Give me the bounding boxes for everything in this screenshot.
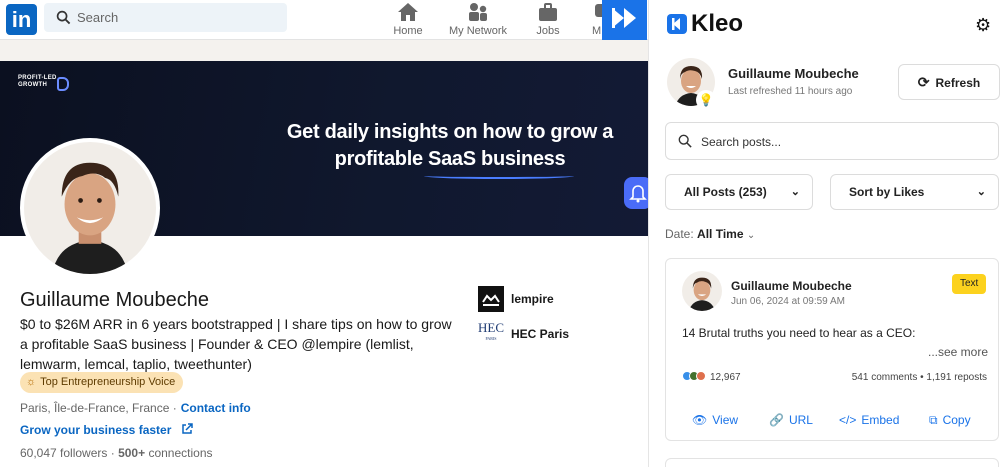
followers-label[interactable]: followers [60, 446, 107, 460]
nav-home[interactable]: Home [378, 2, 438, 37]
connections-label[interactable]: connections [148, 446, 212, 460]
search-posts-placeholder: Search posts... [701, 135, 782, 149]
settings-gear-icon[interactable]: ⚙ [975, 15, 991, 36]
top-voice-badge-label: Top Entrepreneurship Voice [40, 376, 176, 388]
briefcase-icon [539, 3, 557, 21]
kleo-logo-icon [667, 14, 687, 34]
post-stats: 541 comments • 1,191 reposts [851, 372, 987, 383]
posts-filter-dropdown[interactable]: All Posts (253) ⌄ [665, 174, 813, 210]
hec-logo-text: HEC [478, 320, 504, 335]
profile-avatar[interactable] [20, 138, 160, 278]
linkedin-search[interactable]: Search [44, 3, 287, 32]
post-card[interactable]: Guillaume Moubeche Jun 06, 2024 at 09:59… [665, 258, 999, 441]
date-filter[interactable]: Date: All Time ⌄ [665, 227, 755, 241]
kleo-toggle-button[interactable] [602, 0, 647, 40]
posts-filter-value: All Posts (253) [684, 185, 767, 199]
kleo-header: Kleo ⚙ [649, 0, 1000, 50]
chevron-down-icon: ⌄ [746, 230, 756, 241]
brand-logo-icon [57, 77, 69, 91]
search-placeholder: Search [77, 10, 119, 25]
profile-photo [24, 142, 156, 274]
copy-label: Copy [942, 413, 971, 427]
search-posts-input[interactable]: Search posts... [665, 122, 999, 160]
profile-name: Guillaume Moubeche [20, 289, 209, 311]
post-author-name: Guillaume Moubeche [731, 279, 852, 293]
sort-value: Sort by Likes [849, 185, 925, 199]
post-text: 14 Brutal truths you need to hear as a C… [682, 326, 916, 340]
refresh-icon: ⟳ [917, 74, 930, 90]
post-author-avatar [682, 271, 722, 311]
screen: in Search Home My Network Jobs M PROFIT-… [0, 0, 1000, 467]
kleo-title: Kleo [691, 10, 744, 37]
linkedin-navbar: in Search Home My Network Jobs M [0, 0, 648, 40]
hec-logo-subtext: PARIS [485, 336, 497, 341]
top-voice-badge[interactable]: ☼ Top Entrepreneurship Voice [20, 372, 184, 393]
website-link-label: Grow your business faster [20, 423, 172, 437]
url-button[interactable]: 🔗 URL [769, 413, 813, 427]
date-filter-label: Date: [665, 227, 694, 241]
nav-jobs[interactable]: Jobs [518, 2, 578, 37]
post-date: Jun 06, 2024 at 09:59 AM [731, 296, 845, 307]
eye-icon: 👁 [692, 413, 708, 427]
banner-brand: PROFIT-LED GROWTH [18, 75, 57, 88]
chevron-down-icon: ⌄ [790, 186, 800, 198]
post-type-tag: Text [952, 274, 987, 294]
copy-icon: ⧉ [929, 413, 938, 427]
post-reactions: 12,967 [682, 371, 741, 384]
org-lempire-label: lempire [511, 292, 554, 306]
reaction-icons [682, 371, 706, 384]
kleo-panel: Kleo ⚙ 💡 Guillaume Moubeche Last refresh… [648, 0, 1000, 467]
see-more-link[interactable]: ...see more [928, 345, 988, 359]
banner-headline-line1: Get daily insights on how to grow a [286, 121, 614, 143]
follower-counts: 60,047 followers · 500+ connections [20, 446, 213, 460]
nav-jobs-label: Jobs [536, 25, 560, 37]
search-icon [678, 134, 692, 148]
view-label: View [712, 413, 739, 427]
followers-count: 60,047 [20, 446, 57, 460]
post-card-next[interactable] [665, 458, 999, 467]
nav-messaging-label: M [592, 25, 602, 37]
date-filter-value: All Time [697, 227, 744, 241]
website-link[interactable]: Grow your business faster [20, 423, 193, 437]
hec-logo-icon: HEC PARIS [478, 320, 504, 346]
post-actions: 👁 View 🔗 URL </> Embed ⧉ Copy [666, 409, 1000, 433]
nav-my-network[interactable]: My Network [448, 2, 508, 37]
banner-underline [424, 173, 574, 179]
linkedin-logo[interactable]: in [6, 4, 37, 35]
location-text: Paris, Île-de-France, France · [20, 401, 177, 415]
lempire-logo-icon [478, 286, 504, 312]
reactions-count: 12,967 [710, 372, 741, 384]
nav-home-label: Home [393, 25, 423, 37]
nav-my-network-label: My Network [448, 25, 508, 37]
connections-count: 500+ [118, 446, 146, 460]
external-link-icon [181, 423, 193, 434]
banner-headline: Get daily insights on how to grow a prof… [230, 119, 648, 173]
last-refreshed: Last refreshed 11 hours ago [728, 86, 853, 97]
embed-button[interactable]: </> Embed [839, 413, 899, 427]
kleo-arrows-icon [612, 8, 636, 28]
org-hec-paris-label: HEC Paris [511, 327, 570, 341]
sort-dropdown[interactable]: Sort by Likes ⌄ [830, 174, 999, 210]
search-icon [56, 10, 71, 25]
profile-headline: $0 to $26M ARR in 6 years bootstrapped |… [20, 316, 452, 372]
refresh-label: Refresh [935, 76, 981, 90]
view-button[interactable]: 👁 View [692, 413, 738, 427]
author-photo [682, 271, 722, 311]
kleo-user-name: Guillaume Moubeche [728, 66, 859, 81]
lightbulb-icon: 💡 [696, 90, 716, 110]
link-icon: 🔗 [769, 413, 784, 427]
url-label: URL [788, 413, 813, 427]
sun-icon: ☼ [26, 376, 37, 388]
code-icon: </> [839, 413, 857, 427]
banner-headline-line2: profitable SaaS business [334, 148, 566, 170]
profile-location: Paris, Île-de-France, France · Contact in… [20, 401, 251, 415]
home-icon [398, 3, 418, 21]
network-icon [469, 3, 487, 21]
embed-label: Embed [861, 413, 900, 427]
refresh-button[interactable]: ⟳ Refresh [898, 64, 1000, 100]
chevron-down-icon: ⌄ [976, 186, 986, 198]
contact-info-link[interactable]: Contact info [181, 401, 251, 415]
copy-button[interactable]: ⧉ Copy [929, 413, 971, 428]
